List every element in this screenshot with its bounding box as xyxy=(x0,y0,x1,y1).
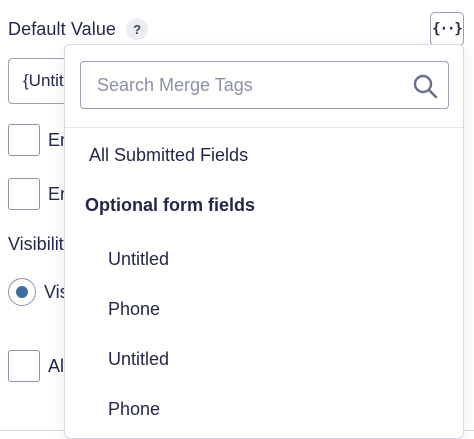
group-title-optional-fields: Optional form fields xyxy=(85,195,256,215)
radio-selected-dot xyxy=(16,286,28,298)
checkbox-1-label: Enable xyxy=(48,130,64,150)
merge-tag-item[interactable]: Phone xyxy=(108,299,160,320)
visibility-radio-label: Visible xyxy=(44,282,64,302)
dropdown-divider xyxy=(65,127,463,128)
help-icon[interactable]: ? xyxy=(126,18,149,40)
checkbox-2-label: Enable xyxy=(48,184,64,204)
merge-tag-button[interactable]: {··} xyxy=(430,12,464,46)
merge-tag-item[interactable]: Untitled xyxy=(108,249,169,270)
default-value-label-row: Default Value ? xyxy=(8,17,149,41)
checkbox-1[interactable] xyxy=(8,124,40,156)
checkbox-3-label: Allow xyxy=(48,356,64,376)
checkbox-3[interactable] xyxy=(8,350,40,382)
merge-tag-item[interactable]: Untitled xyxy=(108,349,169,370)
checkbox-2[interactable] xyxy=(8,178,40,210)
search-icon xyxy=(413,74,438,99)
search-merge-tags-input[interactable] xyxy=(81,62,448,108)
visibility-label: Visibility xyxy=(8,234,64,254)
merge-tag-all-submitted-fields[interactable]: All Submitted Fields xyxy=(89,145,248,166)
search-field xyxy=(80,61,449,109)
visibility-radio[interactable] xyxy=(8,278,36,306)
default-value-label: Default Value xyxy=(8,18,117,39)
merge-tags-dropdown: All Submitted Fields Optional form field… xyxy=(64,44,464,439)
merge-tag-item[interactable]: Phone xyxy=(108,399,160,420)
